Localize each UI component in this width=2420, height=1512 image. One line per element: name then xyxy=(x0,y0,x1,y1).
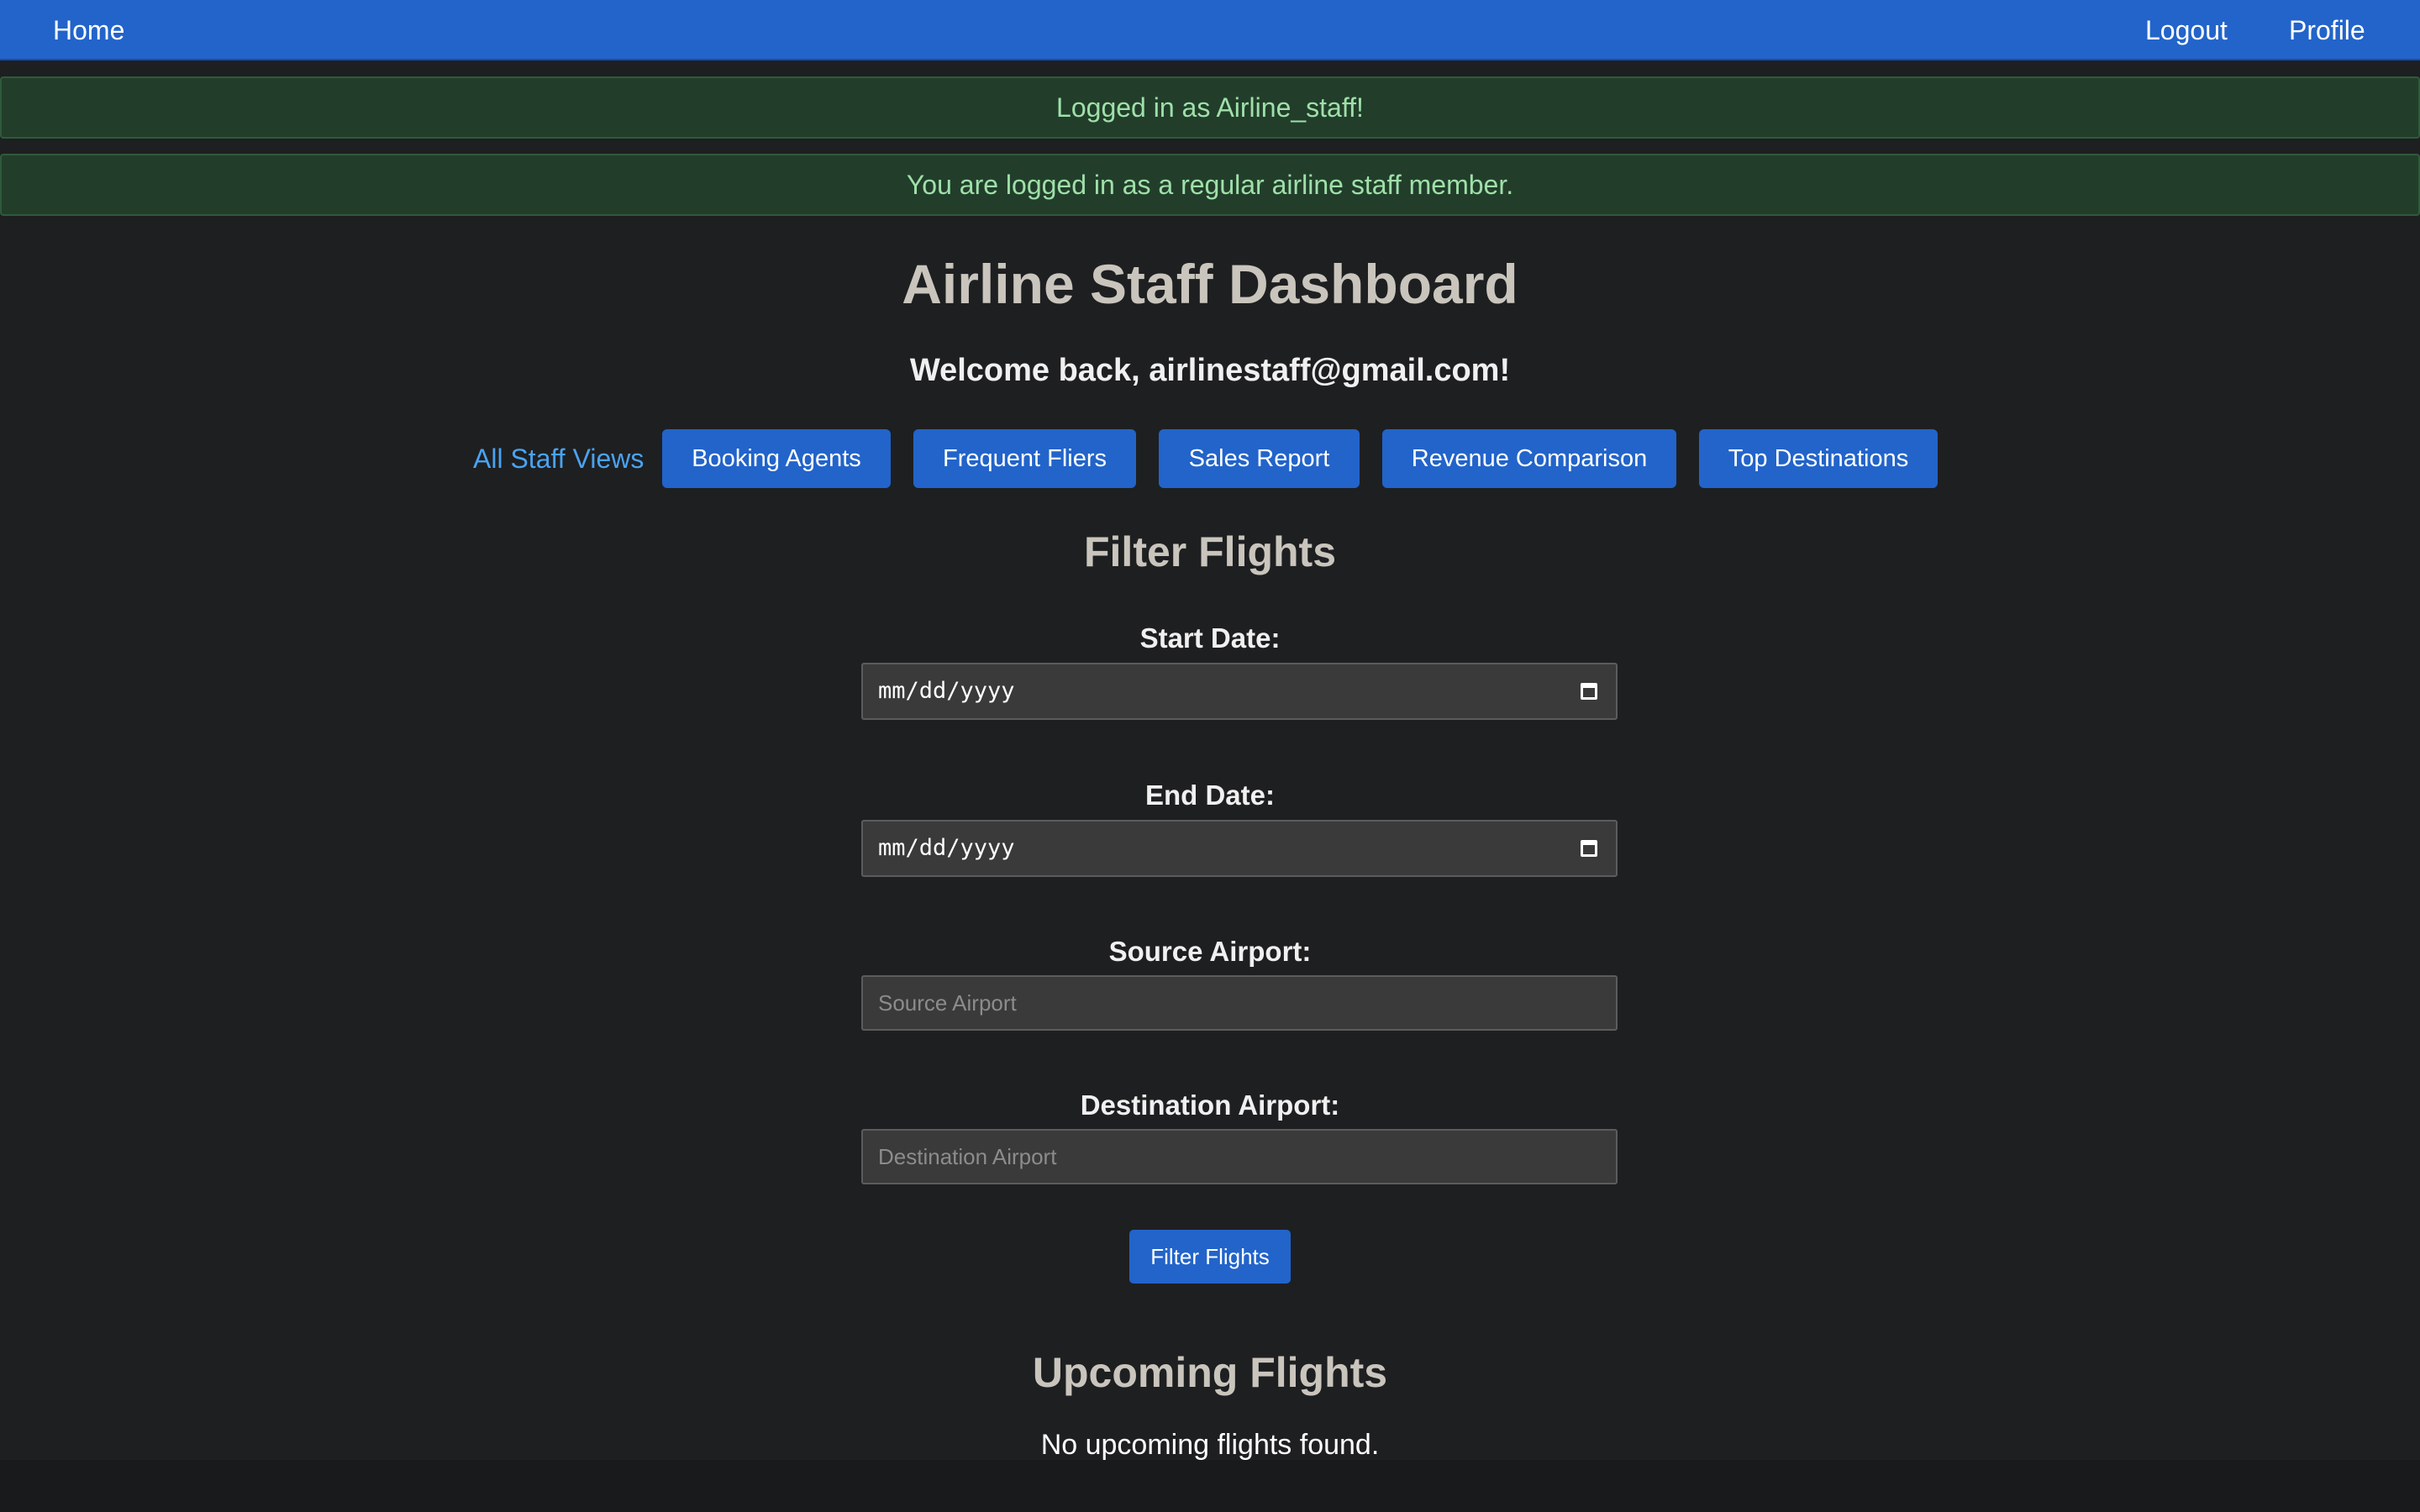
top-destinations-button[interactable]: Top Destinations xyxy=(1699,429,1938,488)
source-airport-placeholder: Source Airport xyxy=(878,990,1017,1016)
destination-airport-label: Destination Airport: xyxy=(1080,1089,1340,1121)
upcoming-flights-heading: Upcoming Flights xyxy=(1032,1349,1388,1396)
filter-flights-heading: Filter Flights xyxy=(1084,528,1336,575)
destination-airport-input[interactable]: Destination Airport xyxy=(861,1129,1618,1184)
top-navbar: Home Logout Profile xyxy=(0,0,2420,60)
booking-agents-button[interactable]: Booking Agents xyxy=(662,429,891,488)
start-date-label: Start Date: xyxy=(1139,622,1281,654)
filter-flights-button[interactable]: Filter Flights xyxy=(1129,1230,1291,1284)
welcome-message: Welcome back, airlinestaff@gmail.com! xyxy=(909,353,1511,388)
revenue-comparison-button[interactable]: Revenue Comparison xyxy=(1382,429,1676,488)
source-airport-input[interactable]: Source Airport xyxy=(861,975,1618,1031)
sales-report-button[interactable]: Sales Report xyxy=(1159,429,1360,488)
frequent-fliers-button[interactable]: Frequent Fliers xyxy=(913,429,1136,488)
destination-airport-placeholder: Destination Airport xyxy=(878,1144,1057,1169)
staff-views-nav: All Staff Views Booking Agents Frequent … xyxy=(0,429,2420,488)
end-date-input[interactable]: mm/dd/yyyy xyxy=(861,820,1618,877)
no-flights-message: No upcoming flights found. xyxy=(1040,1429,1380,1461)
end-date-label: End Date: xyxy=(1144,780,1275,811)
nav-logout-link[interactable]: Logout xyxy=(2145,0,2228,60)
calendar-icon[interactable] xyxy=(1581,840,1597,857)
all-staff-views-link[interactable]: All Staff Views xyxy=(473,429,644,488)
nav-profile-link[interactable]: Profile xyxy=(2289,0,2365,60)
start-date-input[interactable]: mm/dd/yyyy xyxy=(861,663,1618,720)
source-airport-label: Source Airport: xyxy=(1108,936,1312,967)
page-title: Airline Staff Dashboard xyxy=(902,253,1518,315)
login-success-alert: Logged in as Airline_staff! xyxy=(0,76,2420,139)
start-date-value: mm/dd/yyyy xyxy=(878,678,1015,704)
staff-role-alert: You are logged in as a regular airline s… xyxy=(0,154,2420,216)
page-bottom-strip xyxy=(0,1460,2420,1512)
end-date-value: mm/dd/yyyy xyxy=(878,835,1015,861)
calendar-icon[interactable] xyxy=(1581,683,1597,700)
nav-home-link[interactable]: Home xyxy=(53,0,124,60)
